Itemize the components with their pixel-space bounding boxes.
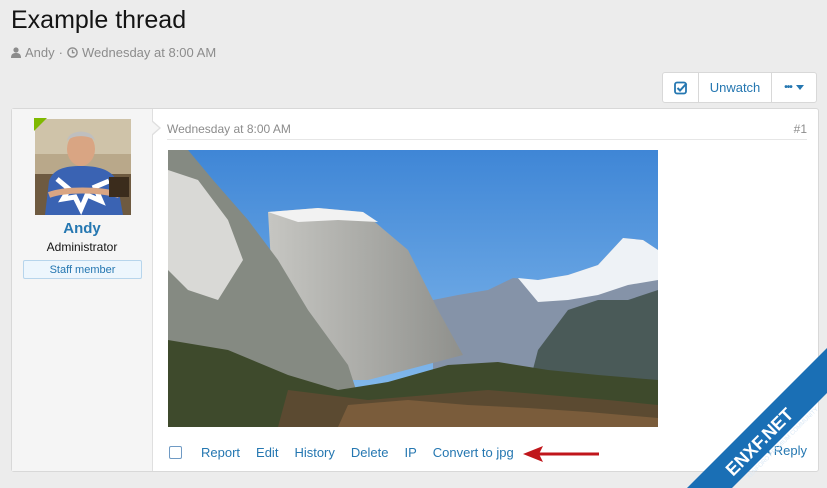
report-link[interactable]: Report xyxy=(201,445,240,460)
more-label: ••• xyxy=(784,82,792,93)
post-date[interactable]: Wednesday at 8:00 AM xyxy=(167,122,291,136)
thread-author[interactable]: Andy xyxy=(25,45,55,60)
thread-date[interactable]: Wednesday at 8:00 AM xyxy=(82,45,216,60)
post-user-cell: Andy Administrator Staff member xyxy=(12,109,153,471)
edit-link[interactable]: Edit xyxy=(256,445,278,460)
history-link[interactable]: History xyxy=(294,445,334,460)
watermark: ENXF.NET XENFORO PREMIUM COMMUNITY xyxy=(687,338,827,488)
post-image[interactable] xyxy=(168,150,658,427)
user-arrow xyxy=(151,120,161,136)
post-number[interactable]: #1 xyxy=(794,122,807,136)
delete-link[interactable]: Delete xyxy=(351,445,389,460)
user-icon xyxy=(11,47,21,58)
online-indicator xyxy=(34,118,47,131)
clock-icon xyxy=(67,47,78,58)
caret-down-icon xyxy=(795,85,804,90)
more-options-button[interactable]: ••• xyxy=(772,73,816,102)
select-post-checkbox[interactable] xyxy=(169,445,182,459)
arrow-annotation-icon xyxy=(523,446,599,462)
convert-to-jpg-link[interactable]: Convert to jpg xyxy=(433,445,514,460)
post-username[interactable]: Andy xyxy=(12,220,152,237)
thread-meta: Andy · Wednesday at 8:00 AM xyxy=(11,45,216,60)
avatar[interactable] xyxy=(35,119,131,215)
post-actions: Report Edit History Delete IP Convert to… xyxy=(169,443,530,461)
bookmark-button[interactable] xyxy=(663,73,699,102)
thread-toolbar: Unwatch ••• xyxy=(662,72,817,103)
meta-separator: · xyxy=(58,45,63,60)
thread-title: Example thread xyxy=(11,6,187,34)
ip-link[interactable]: IP xyxy=(404,445,416,460)
unwatch-button[interactable]: Unwatch xyxy=(699,73,772,102)
staff-badge: Staff member xyxy=(23,260,142,279)
post-divider xyxy=(167,139,807,140)
check-square-icon xyxy=(673,81,687,94)
user-title: Administrator xyxy=(46,240,118,254)
